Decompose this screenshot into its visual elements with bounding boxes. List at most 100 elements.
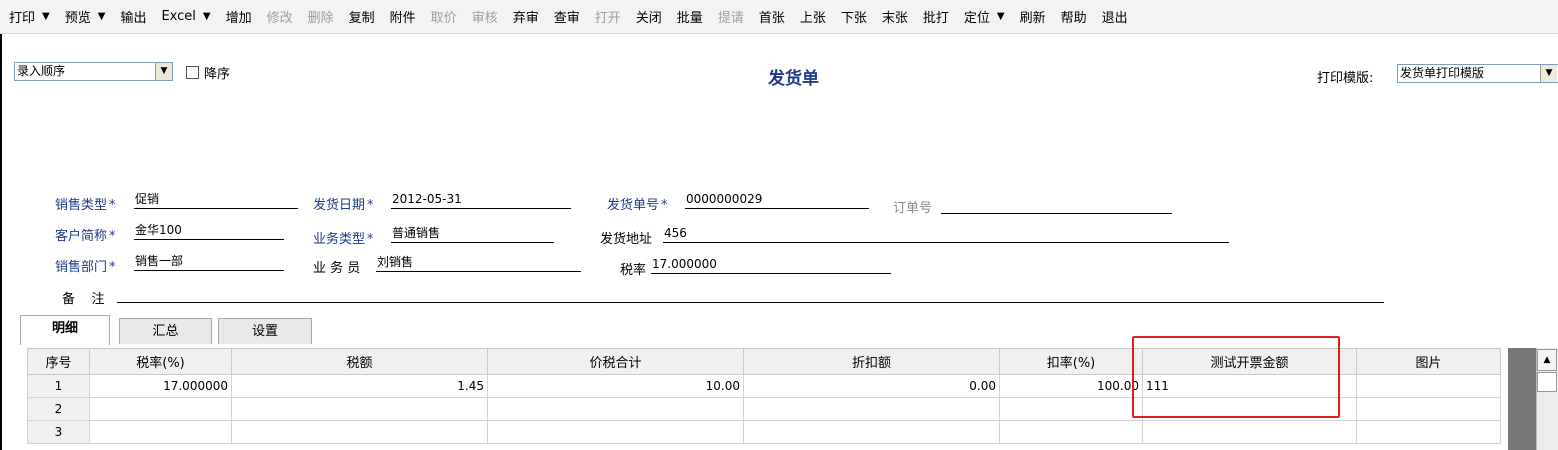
toolbar-button-label: 刷新 — [1019, 11, 1046, 26]
toolbar-button-19[interactable]: 下张 — [841, 7, 867, 26]
sale-type-field[interactable]: 促销 — [134, 191, 298, 209]
biz-type-field[interactable]: 普通销售 — [391, 225, 554, 243]
order-no-field[interactable] — [941, 196, 1172, 214]
row-index: 1 — [27, 374, 90, 398]
column-header[interactable]: 价税合计 — [487, 348, 744, 375]
table-cell[interactable]: 111 — [1142, 374, 1357, 398]
toolbar-button-14[interactable]: 关闭 — [636, 7, 662, 26]
scroll-up-arrow-icon[interactable]: ▲ — [1537, 349, 1557, 371]
toolbar-button-18[interactable]: 上张 — [800, 7, 826, 26]
table-cell[interactable] — [999, 420, 1143, 444]
table-cell[interactable] — [1356, 374, 1501, 398]
toolbar-button-13[interactable]: 打开 — [595, 7, 621, 26]
table-cell[interactable]: 10.00 — [487, 374, 744, 398]
toolbar-button-22[interactable]: 定位 ▼ — [964, 7, 1005, 26]
ship-no-field[interactable]: 0000000029 — [685, 191, 869, 209]
chevron-down-icon[interactable]: ▼ — [1540, 65, 1557, 82]
toolbar-button-7[interactable]: 复制 — [349, 7, 375, 26]
customer-label: 客户简称 * — [55, 229, 116, 244]
toolbar-button-23[interactable]: 刷新 — [1020, 7, 1046, 26]
toolbar-button-label: Excel — [161, 9, 196, 24]
ship-date-field[interactable]: 2012-05-31 — [391, 191, 571, 209]
table-cell[interactable] — [89, 420, 232, 444]
row-index: 3 — [27, 420, 90, 444]
dept-label: 销售部门 * — [55, 260, 116, 275]
toolbar-button-20[interactable]: 末张 — [882, 7, 908, 26]
chevron-down-icon[interactable]: ▼ — [42, 11, 50, 22]
table-row[interactable]: 1 17.000000 1.45 10.00 0.00 100.00 111 — [27, 374, 1501, 398]
customer-field[interactable]: 金华100 — [134, 222, 284, 240]
table-cell[interactable] — [1356, 420, 1501, 444]
toolbar-button-0[interactable]: 打印 ▼ — [9, 7, 50, 26]
column-header[interactable]: 扣率(%) — [999, 348, 1143, 375]
checkbox-icon[interactable] — [186, 66, 199, 79]
ship-addr-field[interactable]: 456 — [663, 225, 1229, 243]
remark-field[interactable] — [117, 285, 1384, 303]
table-cell[interactable] — [743, 420, 1000, 444]
toolbar-button-17[interactable]: 首张 — [759, 7, 785, 26]
toolbar-button-1[interactable]: 预览 ▼ — [65, 7, 106, 26]
table-cell[interactable] — [1142, 397, 1357, 421]
chevron-down-icon[interactable]: ▼ — [98, 11, 106, 22]
table-row[interactable]: 2 — [27, 397, 1501, 421]
column-header[interactable]: 测试开票金额 — [1142, 348, 1357, 375]
clerk-field[interactable]: 刘销售 — [376, 254, 581, 272]
toolbar-button-5[interactable]: 修改 — [267, 7, 293, 26]
column-header[interactable]: 税额 — [231, 348, 488, 375]
toolbar-button-21[interactable]: 批打 — [923, 7, 949, 26]
tab-summary[interactable]: 汇总 — [119, 318, 212, 344]
detail-grid: 序号 税率(%) 税额 价税合计 折扣额 扣率(%) 测试开票金额 图片 1 1… — [27, 348, 1501, 444]
table-cell[interactable] — [1142, 420, 1357, 444]
toolbar-button-11[interactable]: 弃审 — [513, 7, 539, 26]
column-header[interactable]: 序号 — [27, 348, 90, 375]
tax-rate-label: 税率 — [620, 263, 647, 278]
table-row[interactable]: 3 — [27, 420, 1501, 444]
dept-field[interactable]: 销售一部 — [134, 253, 284, 271]
table-cell[interactable] — [1356, 397, 1501, 421]
toolbar-button-label: 帮助 — [1060, 11, 1087, 26]
toolbar-button-label: 增加 — [225, 11, 252, 26]
column-header[interactable]: 图片 — [1356, 348, 1501, 375]
table-cell[interactable] — [999, 397, 1143, 421]
toolbar-button-12[interactable]: 查审 — [554, 7, 580, 26]
toolbar-button-label: 预览 — [64, 11, 91, 26]
tab-detail[interactable]: 明细 — [20, 315, 110, 345]
table-cell[interactable] — [487, 397, 744, 421]
toolbar-button-2[interactable]: 输出 — [120, 7, 146, 26]
table-cell[interactable]: 1.45 — [231, 374, 488, 398]
toolbar-button-8[interactable]: 附件 — [390, 7, 416, 26]
toolbar-button-15[interactable]: 批量 — [677, 7, 703, 26]
toolbar-button-label: 提请 — [717, 11, 744, 26]
chevron-down-icon[interactable]: ▼ — [203, 11, 211, 22]
tax-rate-field[interactable]: 17.000000 — [651, 256, 891, 274]
chevron-down-icon[interactable]: ▼ — [155, 63, 172, 80]
toolbar-button-3[interactable]: Excel ▼ — [161, 9, 210, 24]
toolbar-button-25[interactable]: 退出 — [1102, 7, 1128, 26]
table-cell[interactable] — [487, 420, 744, 444]
toolbar-button-10[interactable]: 审核 — [472, 7, 498, 26]
tab-settings[interactable]: 设置 — [218, 318, 312, 344]
table-cell[interactable]: 100.00 — [999, 374, 1143, 398]
table-cell[interactable]: 17.000000 — [89, 374, 232, 398]
toolbar-button-4[interactable]: 增加 — [226, 7, 252, 26]
toolbar-button-9[interactable]: 取价 — [431, 7, 457, 26]
print-template-label: 打印模版: — [1317, 71, 1374, 86]
biz-type-label: 业务类型 * — [313, 232, 374, 247]
toolbar-button-label: 批打 — [922, 11, 949, 26]
toolbar-button-24[interactable]: 帮助 — [1061, 7, 1087, 26]
column-header[interactable]: 税率(%) — [89, 348, 232, 375]
table-cell[interactable] — [743, 397, 1000, 421]
table-cell[interactable] — [231, 397, 488, 421]
toolbar-button-6[interactable]: 删除 — [308, 7, 334, 26]
toolbar-button-label: 输出 — [120, 11, 147, 26]
table-cell[interactable]: 0.00 — [743, 374, 1000, 398]
sort-order-select[interactable]: 录入顺序 ▼ — [14, 62, 173, 81]
scrollbar-thumb[interactable] — [1537, 372, 1557, 392]
toolbar-button-16[interactable]: 提请 — [718, 7, 744, 26]
table-cell[interactable] — [89, 397, 232, 421]
print-template-select[interactable]: 发货单打印模版 ▼ — [1397, 64, 1558, 83]
grid-side-panel — [1508, 348, 1536, 450]
chevron-down-icon[interactable]: ▼ — [997, 11, 1005, 22]
column-header[interactable]: 折扣额 — [743, 348, 1000, 375]
table-cell[interactable] — [231, 420, 488, 444]
